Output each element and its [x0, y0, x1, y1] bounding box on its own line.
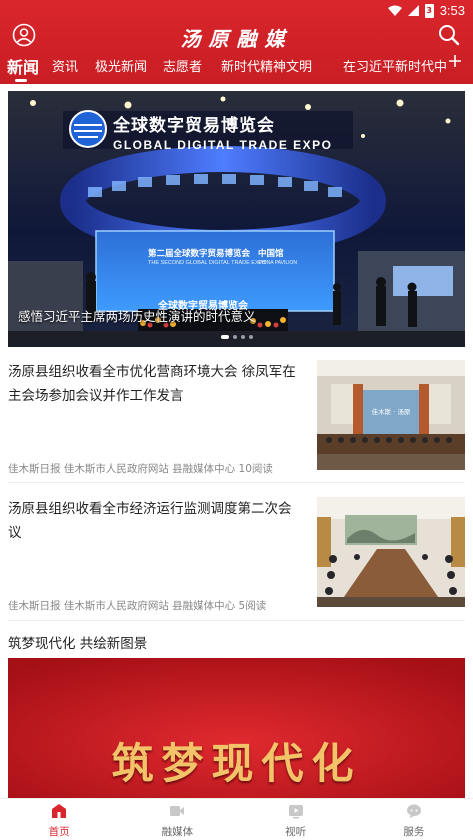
featured-carousel[interactable]: 全球数字贸易博览会 GLOBAL DIGITAL TRADE EXPO 第二届全… [8, 91, 465, 347]
expo-sign-text-en: GLOBAL DIGITAL TRADE EXPO [113, 138, 333, 152]
nav-media[interactable]: 融媒体 [118, 799, 236, 840]
carousel-dot [240, 335, 245, 339]
news-thumbnail [317, 497, 465, 607]
news-title: 汤原县组织收看全市经济运行监测调度第二次会议 [8, 501, 292, 541]
app-header: 3 3:53 汤原融媒 新闻 资讯 极光新闻 志愿者 新时代精神文明 在习近平新… [0, 0, 473, 84]
nav-label: 服务 [403, 826, 425, 838]
main-screen-pavilion: 中国馆 CHINA PAVILION [258, 247, 297, 266]
category-tabs: 新闻 资讯 极光新闻 志愿者 新时代精神文明 在习近平新时代中 [0, 52, 473, 82]
battery-level: 3 [426, 5, 432, 15]
promo-headline: 筑梦现代化 [111, 739, 362, 788]
service-chat-icon [406, 804, 421, 818]
status-time: 3:53 [439, 3, 465, 18]
add-channel-button[interactable] [447, 54, 463, 72]
carousel-indicator [8, 335, 465, 339]
search-button[interactable] [437, 23, 461, 47]
main-screen-title-en: THE SECOND GLOBAL DIGITAL TRADE EXPO [148, 260, 267, 266]
search-icon [439, 25, 460, 46]
expo-sign-text: 全球数字贸易博览会 [113, 116, 275, 136]
active-tab-indicator [15, 79, 27, 82]
wifi-icon [387, 5, 402, 16]
news-meta: 佳木斯日报 佳木斯市人民政府网站 县融媒体中心 10阅读 [8, 463, 273, 475]
signal-icon [407, 5, 419, 16]
news-item[interactable]: 汤原县组织收看全市优化营商环境大会 徐凤军在主会场参加会议并作工作发言 佳木斯日… [8, 360, 465, 475]
conference-table-photo [317, 497, 465, 607]
carousel-dot [232, 335, 237, 339]
app-title: 汤原融媒 [180, 27, 293, 51]
news-item[interactable]: 汤原县组织收看全市经济运行监测调度第二次会议 佳木斯日报 佳木斯市人民政府网站 … [8, 497, 465, 612]
nav-label: 视听 [285, 826, 307, 838]
meeting-screen-text: 佳木斯 · 汤原 [371, 408, 411, 416]
divider [8, 620, 465, 621]
video-camera-icon [170, 806, 185, 816]
news-meta: 佳木斯日报 佳木斯市人民政府网站 县融媒体中心 5阅读 [8, 600, 267, 612]
top-bar: 汤原融媒 [0, 20, 473, 51]
section-title: 筑梦现代化 共绘新图景 [8, 636, 148, 652]
carousel-caption: 感悟习近平主席两场历史性演讲的时代意义 [18, 309, 256, 324]
nav-audiovisual[interactable]: 视听 [237, 799, 355, 840]
play-icon [288, 805, 303, 819]
carousel-dot-active [220, 335, 229, 339]
nav-label: 首页 [48, 826, 70, 838]
main-screen-text: 第二届全球数字贸易博览会 THE SECOND GLOBAL DIGITAL T… [148, 247, 328, 266]
plus-icon [449, 55, 461, 67]
nav-services[interactable]: 服务 [355, 799, 473, 840]
nav-home[interactable]: 首页 [0, 799, 118, 840]
divider [8, 482, 465, 483]
main-screen-title: 第二届全球数字贸易博览会 [148, 249, 251, 259]
expo-sign: 全球数字贸易博览会 GLOBAL DIGITAL TRADE EXPO [113, 111, 333, 152]
main-screen-pavilion-en: CHINA PAVILION [258, 260, 297, 266]
tab-aurora-news[interactable]: 极光新闻 [95, 56, 147, 75]
home-icon [52, 804, 67, 818]
tab-info[interactable]: 资讯 [52, 56, 78, 75]
tab-volunteers[interactable]: 志愿者 [163, 56, 202, 75]
news-title: 汤原县组织收看全市优化营商环境大会 徐凤军在主会场参加会议并作工作发言 [8, 364, 296, 404]
news-thumbnail: 佳木斯 · 汤原 [317, 360, 465, 470]
tab-new-era-civilization[interactable]: 新时代精神文明 [221, 56, 312, 75]
promo-banner[interactable]: 筑梦现代化 [8, 658, 465, 798]
main-screen-pavilion-label: 中国馆 [258, 249, 284, 259]
bottom-navigation: 首页 融媒体 视听 服务 [0, 798, 473, 840]
tab-xi-new-era[interactable]: 在习近平新时代中 [343, 56, 447, 75]
status-bar: 3 3:53 [0, 0, 473, 20]
tab-news[interactable]: 新闻 [7, 54, 39, 78]
carousel-dot [248, 335, 253, 339]
battery-icon: 3 [424, 3, 434, 18]
nav-label: 融媒体 [161, 826, 194, 838]
